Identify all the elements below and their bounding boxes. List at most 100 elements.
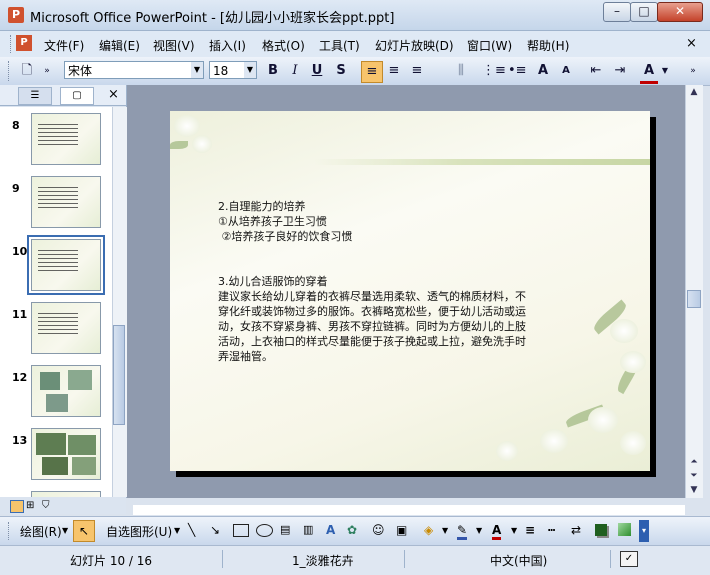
clipart-icon[interactable]: ☺ <box>372 523 385 537</box>
toolbar-drag-handle[interactable] <box>8 522 12 540</box>
shadow-style-icon[interactable] <box>595 524 607 536</box>
notes-pane[interactable] <box>133 505 685 515</box>
wordart-icon[interactable]: A <box>326 523 335 537</box>
slide-scrollbar[interactable]: ▲ ⏶ ⏷ ▼ <box>685 85 703 498</box>
slide-thumbnail[interactable] <box>31 302 101 354</box>
slide-text-box[interactable]: 2.自理能力的培养 ①从培养孩子卫生习惯 ②培养孩子良好的饮食习惯 3.幼儿合适… <box>218 199 528 364</box>
minimize-button[interactable]: – <box>603 2 631 22</box>
tab-slides[interactable]: ▢ <box>60 87 94 105</box>
close-document-button[interactable]: × <box>686 36 697 51</box>
font-name-select[interactable]: 宋体 ▼ <box>64 61 204 79</box>
slide-sorter-view-icon[interactable]: ⊞ <box>26 500 34 511</box>
menu-format[interactable]: 格式(O) <box>262 37 305 54</box>
menu-insert[interactable]: 插入(I) <box>209 37 246 54</box>
oval-tool-icon[interactable] <box>256 524 273 537</box>
menu-help[interactable]: 帮助(H) <box>527 37 569 54</box>
current-slide[interactable]: 2.自理能力的培养 ①从培养孩子卫生习惯 ②培养孩子良好的饮食习惯 3.幼儿合适… <box>170 111 650 471</box>
chevron-down-icon[interactable]: ▼ <box>244 62 256 78</box>
font-color-dropdown-icon[interactable]: ▼ <box>660 61 670 81</box>
insert-picture-icon[interactable]: ▣ <box>396 523 407 537</box>
slide-heading-self-care: 2.自理能力的培养 <box>218 200 306 213</box>
slide-heading-clothing: 3.幼儿合适服饰的穿着 <box>218 275 328 288</box>
slide-counter: 幻灯片 10 / 16 <box>70 554 153 568</box>
tab-outline[interactable]: ☰ <box>18 87 52 105</box>
chevron-down-icon[interactable]: ▼ <box>511 526 517 535</box>
chevron-down-icon[interactable]: ▼ <box>62 526 68 535</box>
document-icon[interactable]: P <box>16 35 32 51</box>
scroll-up-icon[interactable]: ▲ <box>686 85 702 99</box>
menu-edit[interactable]: 编辑(E) <box>99 37 140 54</box>
chevron-down-icon[interactable]: ▼ <box>476 526 482 535</box>
autoshapes-menu-button[interactable]: 自选图形(U) <box>106 523 172 540</box>
select-objects-icon[interactable]: ↖ <box>73 520 95 542</box>
chevron-down-icon[interactable]: ▼ <box>191 62 203 78</box>
previous-slide-icon[interactable]: ⏶ <box>686 455 702 469</box>
spelling-check-icon[interactable]: ✓ <box>620 551 638 567</box>
thumbnail-scroll-thumb[interactable] <box>113 325 125 425</box>
decrease-font-button[interactable]: A <box>558 61 574 81</box>
font-size-select[interactable]: 18 ▼ <box>209 61 257 79</box>
arrow-style-icon[interactable]: ⇄ <box>571 523 581 537</box>
line-style-icon[interactable]: ≡ <box>525 523 535 537</box>
rectangle-tool-icon[interactable] <box>233 524 249 537</box>
menu-slideshow[interactable]: 幻灯片放映(D) <box>375 37 454 54</box>
thumbnail-scrollbar[interactable] <box>112 107 127 497</box>
slide-thumbnail[interactable] <box>31 365 101 417</box>
numbering-button[interactable]: ⋮≡ <box>482 61 506 81</box>
toolbar-options-icon[interactable]: » <box>40 61 54 81</box>
diagram-icon[interactable]: ✿ <box>347 523 357 537</box>
toolbar-drag-handle[interactable] <box>8 61 13 81</box>
menu-tools[interactable]: 工具(T) <box>319 37 360 54</box>
next-slide-icon[interactable]: ⏷ <box>686 469 702 483</box>
normal-view-icon[interactable] <box>10 500 24 513</box>
maximize-button[interactable]: □ <box>630 2 658 22</box>
menu-view[interactable]: 视图(V) <box>153 37 195 54</box>
chevron-down-icon[interactable]: ▼ <box>174 526 180 535</box>
powerpoint-app-icon[interactable]: P <box>8 7 24 23</box>
increase-font-button[interactable]: A <box>534 61 552 81</box>
textbox-tool-icon[interactable]: ▤ <box>280 523 290 536</box>
draw-menu-button[interactable]: 绘图(R) <box>20 523 62 540</box>
menu-file[interactable]: 文件(F) <box>44 37 84 54</box>
dash-style-icon[interactable]: ┅ <box>548 523 555 537</box>
italic-button[interactable]: I <box>286 61 304 81</box>
status-divider <box>404 550 405 568</box>
slide-thumbnail-selected[interactable] <box>27 235 105 295</box>
3d-style-icon[interactable] <box>618 523 631 536</box>
align-right-button[interactable]: ≡ <box>408 61 426 81</box>
close-window-button[interactable]: ✕ <box>657 2 703 22</box>
distribute-columns-icon[interactable]: ⫼ <box>452 61 470 81</box>
font-color-button[interactable]: A <box>640 61 658 84</box>
status-bar: 幻灯片 10 / 16 1_淡雅花卉 中文(中国) ✓ <box>0 545 710 575</box>
close-panel-button[interactable]: × <box>108 87 119 102</box>
vertical-textbox-icon[interactable]: ▥ <box>303 523 313 536</box>
decrease-indent-button[interactable]: ⇤ <box>587 61 605 81</box>
font-color-icon[interactable]: A <box>492 523 502 540</box>
chevron-down-icon[interactable]: ▼ <box>442 526 448 535</box>
menu-window[interactable]: 窗口(W) <box>467 37 512 54</box>
slide-item-eating: ②培养孩子良好的饮食习惯 <box>218 230 353 243</box>
toolbar-overflow-icon[interactable]: ▾ <box>639 520 649 542</box>
line-tool-icon[interactable]: ╲ <box>188 523 195 537</box>
menu-drag-handle[interactable] <box>10 35 14 53</box>
slide-thumbnail[interactable] <box>31 176 101 228</box>
bold-button[interactable]: B <box>264 61 282 81</box>
align-left-button[interactable]: ≡ <box>361 61 383 83</box>
slide-thumbnail[interactable] <box>31 491 101 497</box>
new-document-icon[interactable]: 🗋 <box>18 61 36 81</box>
underline-button[interactable]: U <box>308 61 326 81</box>
scroll-down-icon[interactable]: ▼ <box>686 483 702 497</box>
bullets-button[interactable]: •≡ <box>508 61 527 81</box>
align-center-button[interactable]: ≡ <box>385 61 403 81</box>
line-color-icon[interactable]: ✎ <box>457 523 468 540</box>
fill-color-icon[interactable]: ◈ <box>424 523 433 537</box>
slide-thumbnail[interactable] <box>31 113 101 165</box>
slideshow-view-icon[interactable]: ⛉ <box>42 500 50 511</box>
text-shadow-button[interactable]: S <box>332 61 350 81</box>
arrow-tool-icon[interactable]: ↘ <box>210 523 220 537</box>
increase-indent-button[interactable]: ⇥ <box>611 61 629 81</box>
slide-thumbnail[interactable] <box>31 428 101 480</box>
slide-number: 8 <box>12 119 20 132</box>
toolbar-overflow-icon[interactable]: » <box>686 61 700 81</box>
slide-scroll-thumb[interactable] <box>687 290 701 308</box>
